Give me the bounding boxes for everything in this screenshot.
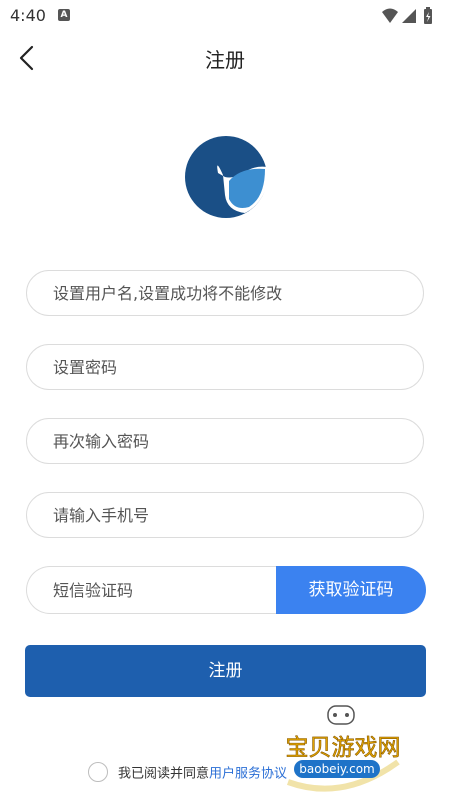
signal-icon bbox=[402, 9, 416, 23]
confirm-password-field[interactable] bbox=[26, 418, 424, 464]
status-icons bbox=[382, 7, 432, 24]
agreement-row: 我已阅读并同意用户服务协议 bbox=[88, 762, 287, 786]
get-code-button[interactable]: 获取验证码 bbox=[276, 566, 426, 614]
username-input[interactable] bbox=[27, 271, 423, 315]
watermark-url: baobeiy.com bbox=[299, 762, 374, 776]
nav-bar: 注册 bbox=[0, 32, 450, 84]
phone-input[interactable] bbox=[27, 493, 423, 537]
register-button[interactable]: 注册 bbox=[25, 645, 426, 697]
gamepad-icon bbox=[327, 705, 355, 725]
battery-icon bbox=[424, 7, 432, 24]
watermark-title: 宝贝游戏网 bbox=[286, 735, 401, 761]
watermark: 宝贝游戏网 baobeiy.com bbox=[285, 705, 401, 792]
notification-icon: A bbox=[58, 9, 70, 21]
wifi-icon bbox=[382, 8, 398, 23]
agreement-text: 我已阅读并同意 bbox=[118, 766, 210, 782]
user-agreement-link[interactable]: 用户服务协议 bbox=[209, 767, 287, 782]
sms-code-row: 获取验证码 bbox=[26, 566, 426, 614]
status-bar: 4:40 A bbox=[0, 0, 450, 32]
agree-checkbox[interactable] bbox=[88, 762, 108, 782]
username-field[interactable] bbox=[26, 270, 424, 316]
confirm-password-input[interactable] bbox=[27, 419, 423, 463]
password-input[interactable] bbox=[27, 345, 423, 389]
phone-field[interactable] bbox=[26, 492, 424, 538]
status-time: 4:40 bbox=[10, 6, 46, 25]
page-title: 注册 bbox=[205, 48, 245, 72]
password-field[interactable] bbox=[26, 344, 424, 390]
app-logo bbox=[185, 136, 267, 218]
